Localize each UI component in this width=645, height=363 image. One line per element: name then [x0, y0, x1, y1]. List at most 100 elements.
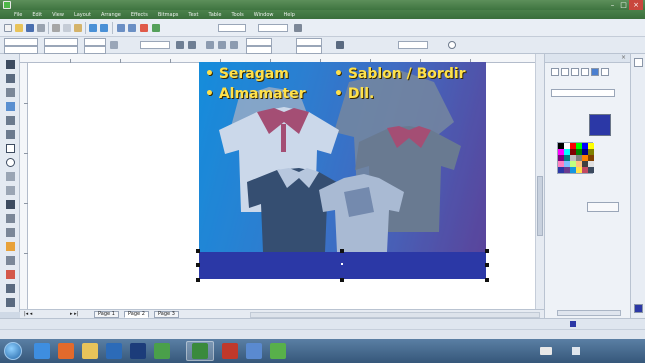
polygon-tool-icon[interactable]	[6, 172, 15, 181]
close-button[interactable]: ×	[629, 0, 643, 10]
docker-apply-bar[interactable]	[557, 310, 621, 316]
rotation-angle-field[interactable]	[140, 41, 170, 49]
next-page-button[interactable]: ▸ ▸|	[70, 311, 78, 318]
advanced-button[interactable]	[587, 202, 619, 212]
menu-layout[interactable]: Layout	[74, 12, 91, 18]
page-tab-3[interactable]: Page 3	[154, 311, 179, 318]
corner-radius-bottom-field[interactable]	[246, 46, 272, 54]
chamfered-corner-icon[interactable]	[230, 41, 238, 49]
no-fill-swatch[interactable]	[634, 58, 643, 67]
y-position-field[interactable]	[4, 46, 38, 54]
outline-tab-icon[interactable]	[561, 68, 569, 76]
welcome-icon[interactable]	[152, 24, 160, 32]
wrap-text-icon[interactable]	[336, 41, 344, 49]
menu-help[interactable]: Help	[283, 12, 294, 18]
maximize-button[interactable]: □	[618, 0, 629, 10]
eyedropper-tool-icon[interactable]	[6, 256, 15, 265]
options-icon[interactable]	[294, 24, 302, 32]
corner-radius-right-bottom-field[interactable]	[296, 46, 322, 54]
menu-window[interactable]: Window	[254, 12, 274, 18]
table-tool-icon[interactable]	[6, 214, 15, 223]
green-app2-icon[interactable]	[270, 343, 286, 359]
shape-tool-icon[interactable]	[6, 74, 15, 83]
selection-handle[interactable]	[340, 249, 344, 253]
coreldraw-taskbar-icon[interactable]	[192, 343, 208, 359]
crop-tool-icon[interactable]	[6, 88, 15, 97]
selection-handle[interactable]	[196, 278, 200, 282]
ellipse-tool-icon[interactable]	[6, 158, 15, 167]
menu-text[interactable]: Text	[188, 12, 198, 18]
outline-pen-tool-icon[interactable]	[6, 270, 15, 279]
height-field[interactable]	[44, 46, 78, 54]
summary-tab-icon[interactable]	[591, 68, 599, 76]
fill-type-dropdown[interactable]	[551, 89, 615, 97]
export-icon[interactable]	[128, 24, 136, 32]
redo-icon[interactable]	[100, 24, 108, 32]
green-app-icon[interactable]	[154, 343, 170, 359]
text-tool-icon[interactable]	[6, 200, 15, 209]
selection-handle[interactable]	[485, 263, 489, 267]
selection-handle[interactable]	[196, 249, 200, 253]
first-page-button[interactable]: |◂ ◂	[24, 311, 32, 318]
basic-shapes-tool-icon[interactable]	[6, 186, 15, 195]
tray-volume-icon[interactable]	[572, 347, 580, 355]
paste-icon[interactable]	[74, 24, 82, 32]
color-swatch[interactable]	[588, 167, 594, 173]
selection-handle[interactable]	[485, 249, 489, 253]
selection-handle[interactable]	[196, 263, 200, 267]
lock-ratio-icon[interactable]	[110, 41, 118, 49]
open-folder-icon[interactable]	[15, 24, 23, 32]
tray-network-icon[interactable]	[540, 347, 552, 355]
mirror-horizontal-icon[interactable]	[176, 41, 184, 49]
color-swatch-grid[interactable]	[557, 142, 594, 174]
internet-explorer-icon[interactable]	[34, 343, 50, 359]
scalloped-corner-icon[interactable]	[218, 41, 226, 49]
selected-footer-rectangle[interactable]	[199, 252, 486, 279]
docker-close-icon[interactable]: ×	[621, 55, 627, 61]
fill-tab-icon[interactable]	[551, 68, 559, 76]
smart-fill-tool-icon[interactable]	[6, 298, 15, 307]
smart-drawing-tool-icon[interactable]	[6, 130, 15, 139]
width-field[interactable]	[44, 38, 78, 46]
dimension-tool-icon[interactable]	[6, 228, 15, 237]
start-button[interactable]	[4, 342, 22, 360]
new-document-icon[interactable]	[4, 24, 12, 32]
snap-to-dropdown[interactable]	[258, 24, 288, 32]
transparency-tab-icon[interactable]	[581, 68, 589, 76]
menu-file[interactable]: File	[14, 12, 22, 18]
menu-edit[interactable]: Edit	[32, 12, 42, 18]
page-tab-2[interactable]: Page 2	[124, 311, 149, 318]
scale-height-field[interactable]	[84, 46, 106, 54]
import-icon[interactable]	[117, 24, 125, 32]
cut-icon[interactable]	[52, 24, 60, 32]
menu-arrange[interactable]: Arrange	[101, 12, 121, 18]
vertical-scrollbar[interactable]	[535, 54, 544, 309]
menu-effects[interactable]: Effects	[131, 12, 148, 18]
palette-swatch[interactable]	[634, 304, 643, 313]
general-tab-icon[interactable]	[601, 68, 609, 76]
red-app-icon[interactable]	[222, 343, 238, 359]
undo-icon[interactable]	[89, 24, 97, 32]
convert-to-curves-icon[interactable]	[448, 41, 456, 49]
save-icon[interactable]	[26, 24, 34, 32]
rectangle-corner-icon[interactable]	[206, 41, 214, 49]
copy-icon[interactable]	[63, 24, 71, 32]
corner-radius-right-top-field[interactable]	[296, 38, 322, 46]
menu-view[interactable]: View	[52, 12, 64, 18]
corners-tab-icon[interactable]	[571, 68, 579, 76]
photoshop-icon[interactable]	[130, 343, 146, 359]
minimize-button[interactable]: –	[607, 0, 618, 10]
zoom-tool-icon[interactable]	[6, 102, 15, 111]
freehand-tool-icon[interactable]	[6, 116, 15, 125]
firefox-icon[interactable]	[58, 343, 74, 359]
x-position-field[interactable]	[4, 38, 38, 46]
zoom-level-field[interactable]	[218, 24, 246, 32]
interactive-fill-tool-icon[interactable]	[6, 242, 15, 251]
fill-tool-icon[interactable]	[6, 284, 15, 293]
media-player-icon[interactable]	[106, 343, 122, 359]
page-tab-1[interactable]: Page 1	[94, 311, 119, 318]
selection-handle[interactable]	[485, 278, 489, 282]
print-icon[interactable]	[37, 24, 45, 32]
selection-handle[interactable]	[340, 278, 344, 282]
rectangle-tool-icon[interactable]	[6, 144, 15, 153]
